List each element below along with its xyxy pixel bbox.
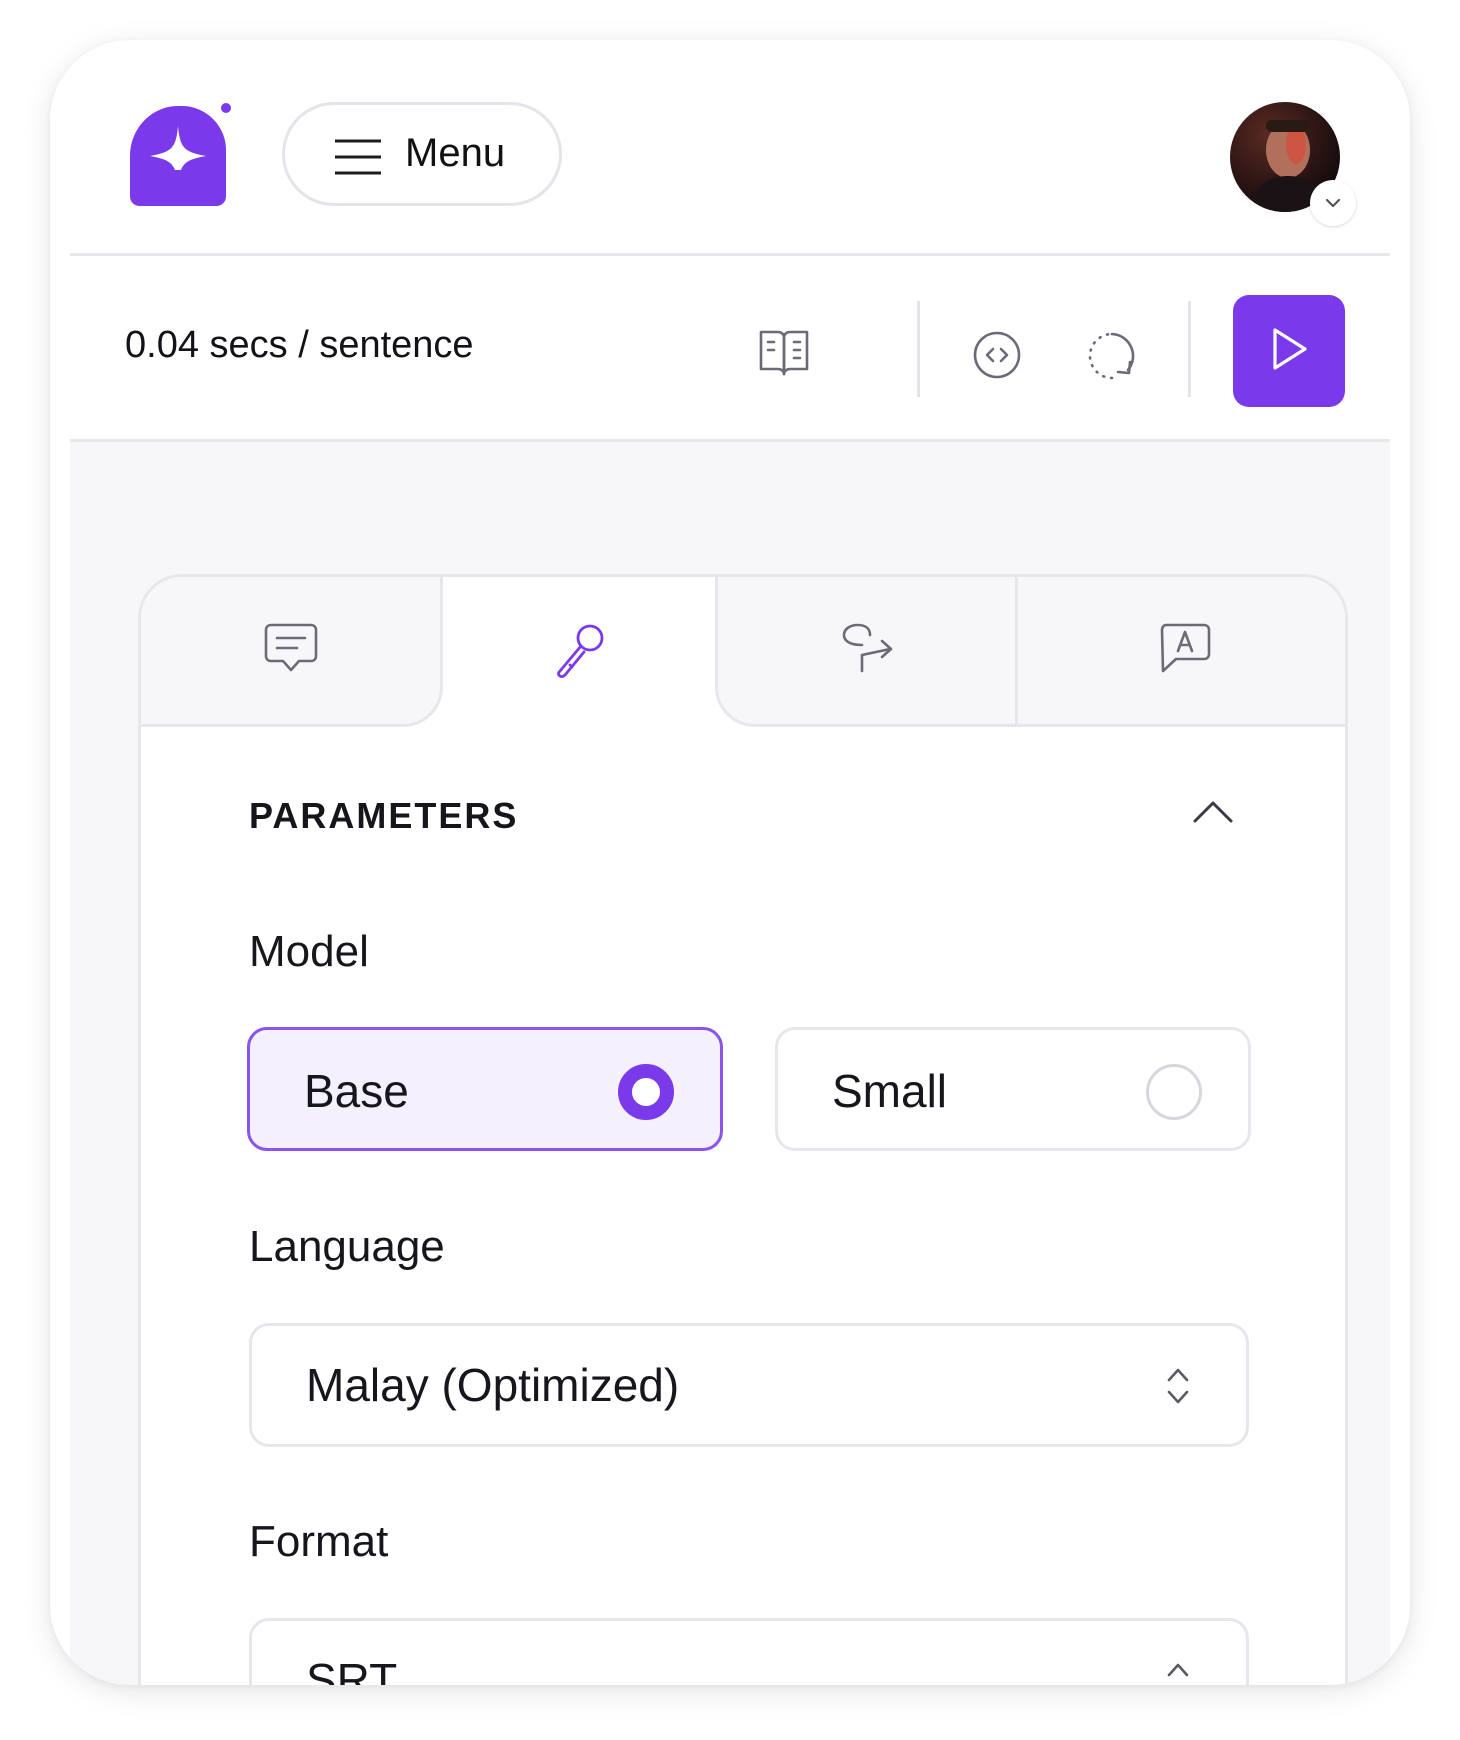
run-button[interactable] xyxy=(1233,295,1345,407)
tab-redirect[interactable] xyxy=(715,577,1015,727)
menu-label: Menu xyxy=(405,131,506,175)
radio-unselected-icon xyxy=(1146,1064,1202,1120)
hamburger-icon xyxy=(333,137,383,182)
parameters-panel: PARAMETERS Model Base Small Language Mal… xyxy=(138,574,1348,1685)
language-select[interactable]: Malay (Optimized) xyxy=(249,1323,1249,1447)
tab-chat-a[interactable] xyxy=(1018,577,1345,727)
chevron-up-down-icon xyxy=(1164,1364,1192,1413)
toolbar-divider xyxy=(917,301,920,397)
model-option-label: Base xyxy=(304,1065,409,1117)
content-area: PARAMETERS Model Base Small Language Mal… xyxy=(70,442,1390,1685)
format-value: SRT xyxy=(306,1654,398,1685)
play-icon xyxy=(1267,325,1311,378)
sparkle-logo-icon[interactable] xyxy=(122,100,234,212)
language-label: Language xyxy=(249,1222,445,1271)
speed-readout: 0.04 secs / sentence xyxy=(125,324,474,366)
chat-a-icon xyxy=(1158,621,1212,680)
format-select[interactable]: SRT xyxy=(249,1618,1249,1685)
toolbar-divider xyxy=(1188,301,1191,397)
reset-icon[interactable] xyxy=(1086,330,1138,387)
code-icon[interactable] xyxy=(972,330,1022,385)
tab-transcribe[interactable] xyxy=(443,577,715,727)
chat-icon xyxy=(263,621,319,680)
account-menu[interactable] xyxy=(1230,102,1356,226)
chevron-up-icon[interactable] xyxy=(1191,797,1235,830)
model-label: Model xyxy=(249,927,369,976)
app-card: Menu 0.04 secs / sentence PARAMETERS Mod… xyxy=(50,40,1410,1685)
tab-chat[interactable] xyxy=(141,577,443,727)
header: Menu xyxy=(50,40,1410,255)
model-option-small[interactable]: Small xyxy=(775,1027,1251,1151)
microphone-icon xyxy=(550,621,608,684)
book-open-icon[interactable] xyxy=(758,328,810,383)
redirect-arrow-icon xyxy=(838,621,896,680)
model-option-base[interactable]: Base xyxy=(247,1027,723,1151)
toolbar: 0.04 secs / sentence xyxy=(50,256,1410,439)
chevron-up-down-icon xyxy=(1164,1659,1192,1685)
section-title: PARAMETERS xyxy=(249,795,519,836)
menu-button[interactable]: Menu xyxy=(282,102,562,206)
tab-bar xyxy=(141,577,1345,727)
format-label: Format xyxy=(249,1517,389,1566)
language-value: Malay (Optimized) xyxy=(306,1359,680,1411)
radio-selected-icon xyxy=(618,1064,674,1120)
chevron-down-icon[interactable] xyxy=(1310,180,1356,226)
model-option-label: Small xyxy=(832,1065,948,1117)
